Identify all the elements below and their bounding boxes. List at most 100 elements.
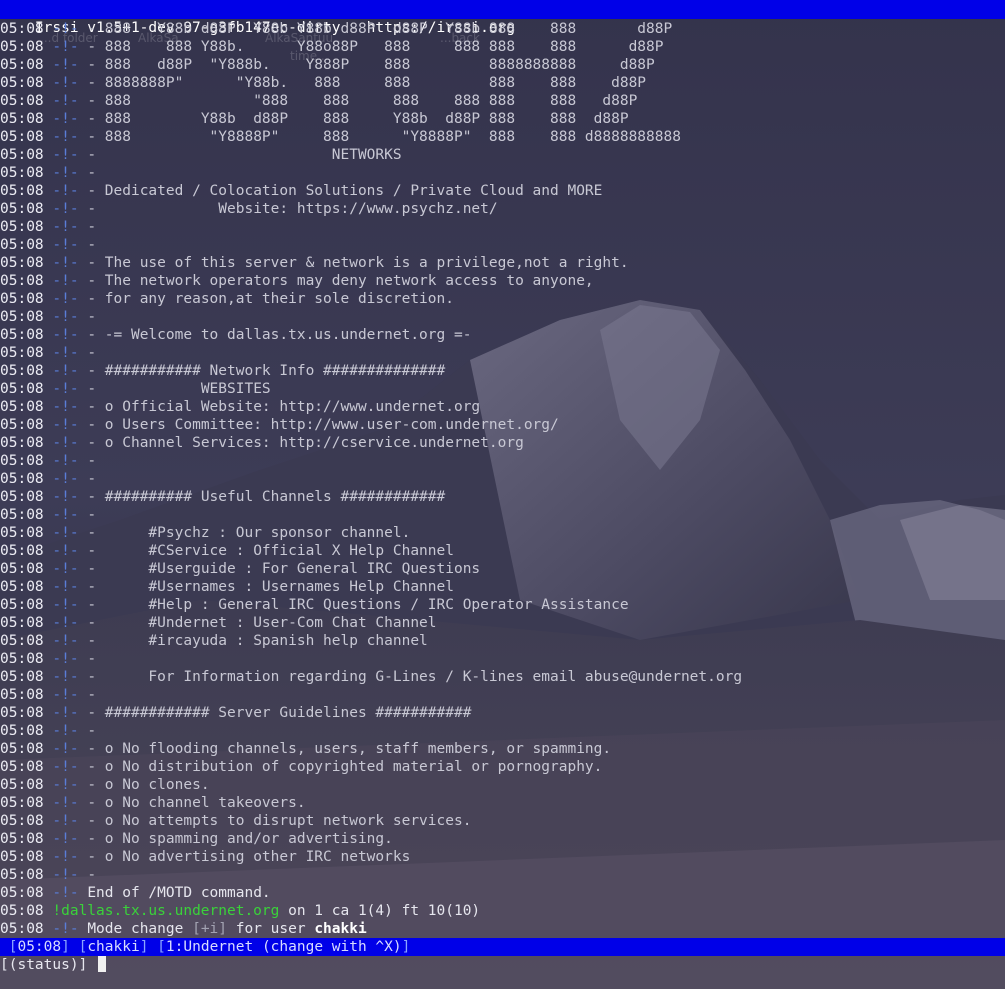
message-row: 05:08 -!- - [0, 650, 1005, 668]
message-prefix: -!- [52, 435, 79, 451]
status-nick: chakki [87, 939, 140, 955]
message-prefix: -!- [52, 219, 79, 235]
motd-text: - o Official Website: http://www.underne… [87, 399, 481, 415]
message-prefix: -!- [52, 633, 79, 649]
motd-text: - #Undernet : User-Com Chat Channel [87, 615, 437, 631]
message-prefix: -!- [52, 363, 79, 379]
motd-text: - Dedicated / Colocation Solutions / Pri… [87, 183, 603, 199]
timestamp: 05:08 [0, 237, 44, 253]
message-row: 05:08 -!- - The use of this server & net… [0, 254, 1005, 272]
timestamp: 05:08 [0, 615, 44, 631]
motd-text: - 888 "Y8888P" 888 "Y8888P" 888 888 d888… [87, 129, 681, 145]
motd-text: - o No spamming and/or advertising. [87, 831, 393, 847]
message-row: 05:08 -!- - 888 Y88b d88P Y88b Y88b d88P… [0, 20, 1005, 38]
timestamp: 05:08 [0, 435, 44, 451]
message-row: 05:08 -!- - o No distribution of copyrig… [0, 758, 1005, 776]
message-row: 05:08 -!- - For Information regarding G-… [0, 668, 1005, 686]
message-row: 05:08 -!- - #CService : Official X Help … [0, 542, 1005, 560]
message-prefix: -!- [52, 471, 79, 487]
timestamp: 05:08 [0, 741, 44, 757]
message-row: 05:08 -!- - [0, 344, 1005, 362]
message-prefix: -!- [52, 399, 79, 415]
input-line[interactable]: [(status)] [0, 956, 107, 974]
motd-text: - [87, 687, 97, 703]
timestamp: 05:08 [0, 867, 44, 883]
message-prefix: -!- [52, 417, 79, 433]
message-row: 05:08 -!- - -= Welcome to dallas.tx.us.u… [0, 326, 1005, 344]
message-row: 05:08 -!- - [0, 866, 1005, 884]
motd-text: - WEBSITES [87, 381, 271, 397]
message-prefix: -!- [52, 579, 79, 595]
motd-text: - for any reason,at their sole discretio… [87, 291, 454, 307]
message-prefix: -!- [52, 561, 79, 577]
motd-text: - #CService : Official X Help Channel [87, 543, 454, 559]
message-row: 05:08 -!- - o No clones. [0, 776, 1005, 794]
timestamp: 05:08 [0, 471, 44, 487]
message-row: 05:08 -!- - 888 d88P "Y888b. Y888P 888 8… [0, 56, 1005, 74]
timestamp: 05:08 [0, 759, 44, 775]
motd-text: - ########### Network Info #############… [87, 363, 446, 379]
timestamp: 05:08 [0, 921, 44, 937]
timestamp: 05:08 [0, 453, 44, 469]
message-prefix: -!- [52, 795, 79, 811]
text-cursor [98, 956, 107, 972]
mode-user: chakki [314, 921, 367, 937]
message-row: 05:08 -!- - #Userguide : For General IRC… [0, 560, 1005, 578]
message-row: 05:08 -!- - o No channel takeovers. [0, 794, 1005, 812]
motd-text: - 888 Y88b d88P 888 Y88b d88P 888 888 d8… [87, 111, 629, 127]
message-prefix: -!- [52, 705, 79, 721]
message-row: 05:08 -!- - for any reason,at their sole… [0, 290, 1005, 308]
motd-text: - [87, 165, 97, 181]
motd-text: - 888 Y88b d88P Y88b Y88b d88P d88P Y88b… [87, 21, 673, 37]
message-row: 05:08 -!- - Website: https://www.psychz.… [0, 200, 1005, 218]
message-prefix: -!- [52, 57, 79, 73]
message-row: 05:08 -!- - [0, 236, 1005, 254]
timestamp: 05:08 [0, 327, 44, 343]
timestamp: 05:08 [0, 75, 44, 91]
motd-end-text: End of /MOTD command. [87, 885, 271, 901]
motd-text: - #Usernames : Usernames Help Channel [87, 579, 454, 595]
motd-text: - [87, 471, 97, 487]
timestamp: 05:08 [0, 129, 44, 145]
message-prefix: -!- [52, 741, 79, 757]
timestamp: 05:08 [0, 399, 44, 415]
message-row: 05:08 -!- - 888 Y88b d88P 888 Y88b d88P … [0, 110, 1005, 128]
message-prefix: -!- [52, 543, 79, 559]
motd-text: - -= Welcome to dallas.tx.us.undernet.or… [87, 327, 472, 343]
message-prefix: -!- [52, 687, 79, 703]
message-row: 05:08 -!- End of /MOTD command. [0, 884, 1005, 902]
timestamp: 05:08 [0, 147, 44, 163]
server-name[interactable]: !dallas.tx.us.undernet.org [52, 903, 279, 919]
timestamp: 05:08 [0, 903, 44, 919]
timestamp: 05:08 [0, 273, 44, 289]
message-prefix: -!- [52, 309, 79, 325]
message-row: 05:08 -!- - The network operators may de… [0, 272, 1005, 290]
motd-text: - ############ Server Guidelines #######… [87, 705, 472, 721]
message-prefix: -!- [52, 777, 79, 793]
message-prefix: -!- [52, 813, 79, 829]
mode-flag: [+i] [192, 921, 228, 937]
timestamp: 05:08 [0, 489, 44, 505]
message-row: 05:08 -!- - [0, 506, 1005, 524]
motd-text: - [87, 345, 97, 361]
motd-text: - #Psychz : Our sponsor channel. [87, 525, 411, 541]
input-prompt: [(status)] [0, 957, 88, 973]
message-row: 05:08 -!- - [0, 470, 1005, 488]
motd-text: - o No clones. [87, 777, 210, 793]
terminal-window[interactable]: Irssi v1.5+1-dev-97-g3fb147ec-dirty - ht… [0, 0, 1005, 989]
timestamp: 05:08 [0, 39, 44, 55]
message-row: 05:08 -!- - o Official Website: http://w… [0, 398, 1005, 416]
motd-text: - For Information regarding G-Lines / K-… [87, 669, 743, 685]
mode-middle-text: for user [227, 921, 315, 937]
message-prefix: -!- [52, 723, 79, 739]
window-title-bar: Irssi v1.5+1-dev-97-g3fb147ec-dirty - ht… [0, 0, 1005, 36]
message-row: 05:08 -!- - #ircayuda : Spanish help cha… [0, 632, 1005, 650]
timestamp: 05:08 [0, 291, 44, 307]
message-row: 05:08 -!- - ########## Useful Channels #… [0, 488, 1005, 506]
message-row: 05:08 -!- - [0, 722, 1005, 740]
scrollback[interactable]: 05:08 -!- - 888 Y88b d88P Y88b Y88b d88P… [0, 20, 1005, 938]
message-row: 05:08 -!- - WEBSITES [0, 380, 1005, 398]
message-prefix: -!- [52, 165, 79, 181]
message-prefix: -!- [52, 327, 79, 343]
motd-text: - The use of this server & network is a … [87, 255, 629, 271]
